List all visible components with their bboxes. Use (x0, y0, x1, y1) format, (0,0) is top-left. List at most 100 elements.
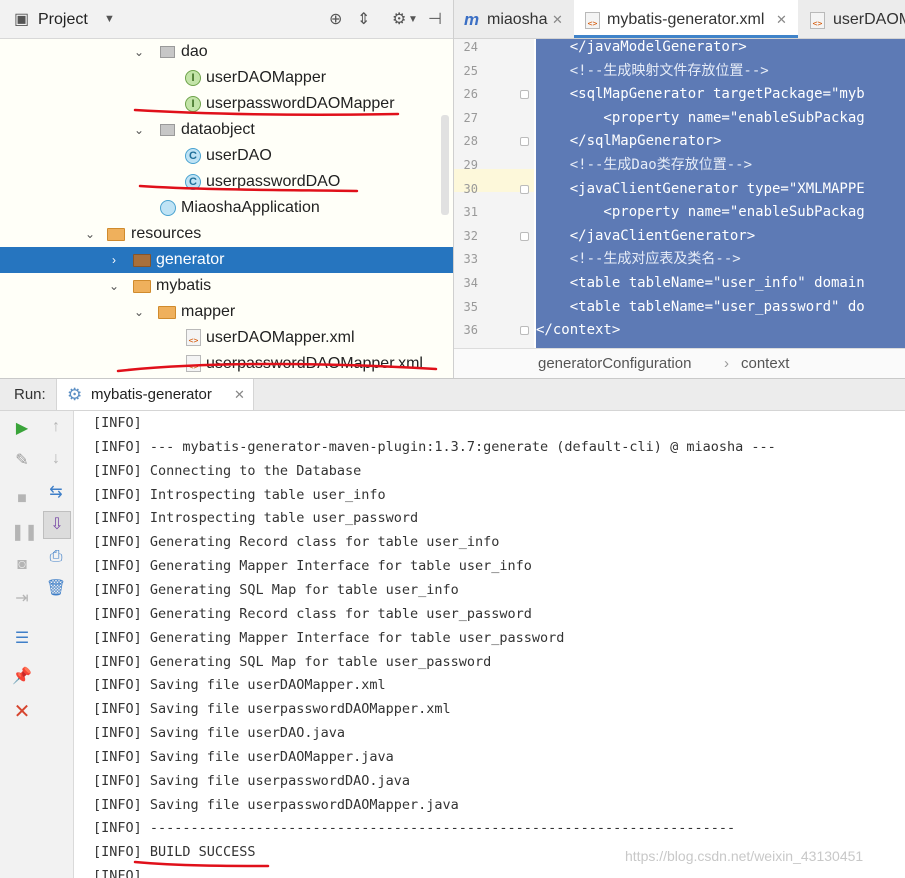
tree-item-label: resources (131, 225, 202, 242)
scroll-up-icon[interactable]: ↑ (45, 416, 67, 438)
stop-icon[interactable]: ■ (11, 488, 33, 510)
line-number: 28 (463, 134, 478, 149)
tree-item-label: userDAOMapper (206, 69, 327, 86)
hide-panel-icon[interactable]: ⊣ (428, 0, 442, 39)
line-number: 36 (463, 323, 478, 338)
console-line: [INFO] Saving file userDAOMapper.java (93, 748, 394, 765)
dump-threads-icon[interactable]: ◙ (11, 554, 33, 576)
line-number: 35 (463, 299, 478, 314)
gear-icon[interactable]: ⚙ (392, 0, 406, 39)
expand-arrow-icon[interactable]: ⌄ (133, 39, 145, 65)
tree-item-userdao[interactable]: C userDAO (0, 143, 440, 169)
scroll-down-icon[interactable]: ↓ (45, 448, 67, 470)
tree-item-dataobject[interactable]: ⌄ dataobject (0, 117, 440, 143)
fold-marker-icon[interactable] (520, 184, 529, 194)
xml-file-icon: <> (810, 12, 825, 29)
editor-gutter: 24 25 26 27 28 29 30 31 32 33 34 35 36 (454, 39, 534, 348)
pin-icon[interactable]: 📌 (11, 666, 33, 688)
layout-icon[interactable]: ☰ (11, 628, 33, 650)
collapse-arrow-icon[interactable]: › (108, 247, 120, 273)
console-line: [INFO] Generating SQL Map for table user… (93, 653, 492, 670)
tree-item-label: userpasswordDAOMapper (206, 95, 395, 112)
breadcrumb-item[interactable]: generatorConfiguration (538, 349, 691, 378)
project-title[interactable]: Project (38, 0, 88, 40)
line-number: 34 (463, 276, 478, 290)
console-line: [INFO] Generating Mapper Interface for t… (93, 629, 565, 646)
console-line: [INFO] Saving file userDAO.java (93, 725, 345, 742)
tree-item-label: userDAO (206, 147, 272, 164)
tree-item-mybatis[interactable]: ⌄ mybatis (0, 273, 440, 299)
expand-arrow-icon[interactable]: ⌄ (84, 221, 96, 247)
print-icon[interactable]: ⎙ (45, 546, 67, 568)
xml-file-icon: <> (585, 12, 600, 29)
line-number: 33 (463, 252, 478, 267)
tab-userdaomapper-xml[interactable]: <> userDAOM (800, 0, 905, 38)
tree-item-userpassworddaomapper-xml[interactable]: <> userpasswordDAOMapper.xml (0, 351, 440, 377)
code-line: </javaModelGenerator> (536, 39, 747, 55)
console-line: [INFO] Generating SQL Map for table user… (93, 581, 459, 598)
code-line: <table tableName="user_info" domain (536, 275, 865, 291)
interface-icon: I (185, 96, 201, 112)
console-output[interactable]: [INFO] [INFO] --- mybatis-generator-maven… (74, 411, 905, 878)
pause-icon[interactable]: ❚❚ (11, 522, 38, 544)
tree-item-label: MiaoshaApplication (181, 199, 320, 216)
soft-wrap-icon[interactable]: ⇆ (45, 482, 67, 504)
console-line: [INFO] Introspecting table user_info (93, 486, 386, 503)
locate-icon[interactable]: ⊕ (329, 0, 342, 39)
code-line: <table tableName="user_password" do (536, 298, 865, 315)
code-line: <sqlMapGenerator targetPackage="myb (536, 86, 865, 103)
fold-marker-icon[interactable] (520, 90, 529, 100)
tree-item-miaoshaapplication[interactable]: MiaoshaApplication (0, 195, 440, 221)
fold-marker-icon[interactable] (520, 137, 529, 147)
line-number: 27 (463, 110, 478, 125)
tree-item-label: mapper (181, 303, 236, 320)
project-view-icon[interactable]: ▣ (14, 0, 29, 39)
trash-icon[interactable]: 🗑 (45, 578, 67, 600)
close-icon[interactable]: ✕ (776, 0, 787, 40)
expand-arrow-icon[interactable]: ⌄ (133, 299, 145, 325)
console-line: [INFO] Saving file userpasswordDAO.java (93, 772, 410, 789)
restore-layout-icon[interactable]: ⇥ (11, 588, 33, 610)
debug-icon[interactable]: ✎ (11, 450, 33, 472)
gear-dropdown-icon[interactable]: ▼ (408, 0, 418, 39)
code-area[interactable]: </javaModelGenerator> <!--生成映射文件存放位置--> … (536, 39, 905, 348)
rerun-icon[interactable]: ▶ (11, 418, 33, 440)
project-scrollbar[interactable] (441, 115, 449, 215)
console-line: [INFO] Saving file userpasswordDAOMapper… (93, 701, 451, 718)
close-icon[interactable]: ✕ (552, 0, 563, 40)
tree-item-userdaomapper-xml[interactable]: <> userDAOMapper.xml (0, 325, 440, 351)
console-line: [INFO] --- mybatis-generator-maven-plugi… (93, 438, 776, 455)
interface-icon: I (185, 70, 201, 86)
xml-file-icon: <> (186, 329, 201, 346)
console-line: [INFO] Connecting to the Database (93, 462, 362, 479)
fold-marker-icon[interactable] (520, 326, 529, 336)
expand-arrow-icon[interactable]: ⌄ (108, 273, 120, 299)
console-line: [INFO] Saving file userDAOMapper.xml (93, 677, 386, 694)
tab-miaosha[interactable]: m miaosha ✕ (454, 0, 572, 38)
scroll-to-end-icon[interactable]: ⇩ (43, 511, 71, 539)
fold-marker-icon[interactable] (520, 231, 529, 241)
tree-item-dao[interactable]: ⌄ dao (0, 39, 440, 65)
tab-mybatis-generator-xml[interactable]: <> mybatis-generator.xml ✕ (574, 0, 798, 38)
tree-item-generator[interactable]: › generator (0, 247, 453, 273)
run-tab[interactable]: ⚙ mybatis-generator ✕ (56, 379, 254, 410)
close-icon[interactable]: ✕ (234, 379, 245, 411)
tree-item-userpassworddaomapper[interactable]: I userpasswordDAOMapper (0, 91, 440, 117)
close-icon[interactable]: ✕ (11, 701, 33, 723)
tree-item-userdaomapper[interactable]: I userDAOMapper (0, 65, 440, 91)
tree-item-mapper[interactable]: ⌄ mapper (0, 299, 440, 325)
module-icon: m (464, 10, 480, 29)
tree-item-resources[interactable]: ⌄ resources (0, 221, 440, 247)
chevron-down-icon[interactable]: ▼ (104, 0, 115, 39)
breadcrumb-item[interactable]: context (741, 349, 789, 378)
expand-arrow-icon[interactable]: ⌄ (133, 117, 145, 143)
line-number: 29 (463, 158, 478, 172)
tree-item-userpassworddao[interactable]: C userpasswordDAO (0, 169, 440, 195)
class-icon: C (185, 174, 201, 190)
folder-icon (133, 280, 151, 293)
code-line: </sqlMapGenerator> (536, 133, 722, 150)
code-line: <javaClientGenerator type="XMLMAPPE (536, 180, 865, 197)
console-line: [INFO] ---------------------------------… (93, 820, 736, 837)
console-line: [INFO] Generating Record class for table… (93, 534, 500, 551)
collapse-all-icon[interactable]: ⇕ (357, 0, 370, 39)
